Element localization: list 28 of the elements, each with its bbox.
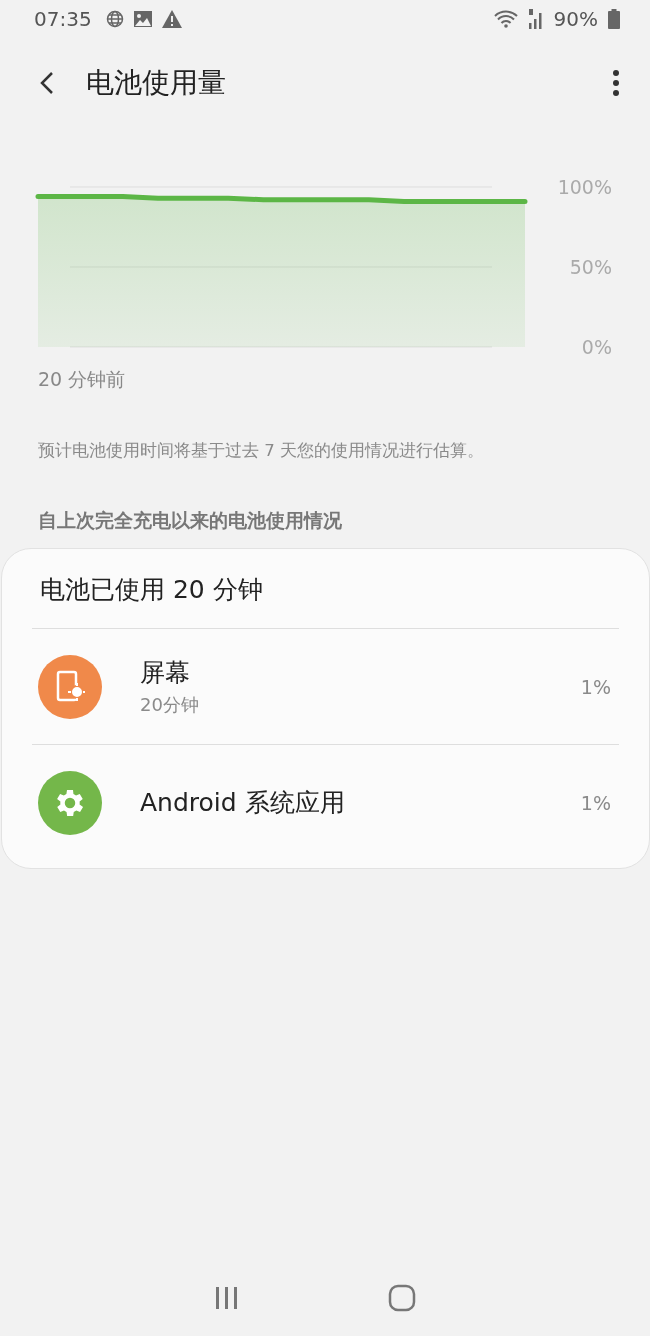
usage-time: 20分钟 bbox=[140, 693, 200, 717]
battery-percent: 90% bbox=[553, 7, 598, 31]
back-icon bbox=[40, 71, 54, 95]
globe-icon bbox=[105, 10, 124, 28]
axis-label: 100% bbox=[557, 176, 612, 198]
home-icon bbox=[388, 1284, 416, 1312]
screen-brightness-icon bbox=[55, 669, 85, 704]
usage-summary: 电池已使用 20 分钟 bbox=[39, 574, 264, 606]
warning-icon bbox=[161, 10, 182, 28]
section-title: 自上次完全充电以来的电池使用情况 bbox=[38, 508, 343, 533]
status-time: 07:35 bbox=[34, 7, 92, 31]
image-icon bbox=[133, 11, 152, 27]
time-caption: 20 分钟前 bbox=[38, 368, 126, 390]
battery-icon bbox=[608, 9, 620, 29]
usage-percent: 1% bbox=[580, 675, 611, 698]
usage-percent: 1% bbox=[580, 791, 611, 814]
app-name: 屏幕 bbox=[140, 657, 191, 689]
axis-label: 50% bbox=[569, 256, 612, 278]
signal-icon bbox=[527, 9, 544, 29]
more-icon bbox=[612, 69, 620, 97]
axis-label: 0% bbox=[581, 336, 612, 358]
estimate-note: 预计电池使用时间将基于过去 7 天您的使用情况进行估算。 bbox=[38, 440, 485, 462]
recents-icon bbox=[214, 1286, 240, 1310]
wifi-icon bbox=[493, 10, 518, 28]
usage-row[interactable]: 屏幕 20分钟 1% bbox=[32, 628, 619, 744]
app-name: Android 系统应用 bbox=[140, 787, 346, 819]
page-title: 电池使用量 bbox=[86, 65, 227, 101]
usage-row[interactable]: Android 系统应用 1% bbox=[32, 744, 619, 860]
